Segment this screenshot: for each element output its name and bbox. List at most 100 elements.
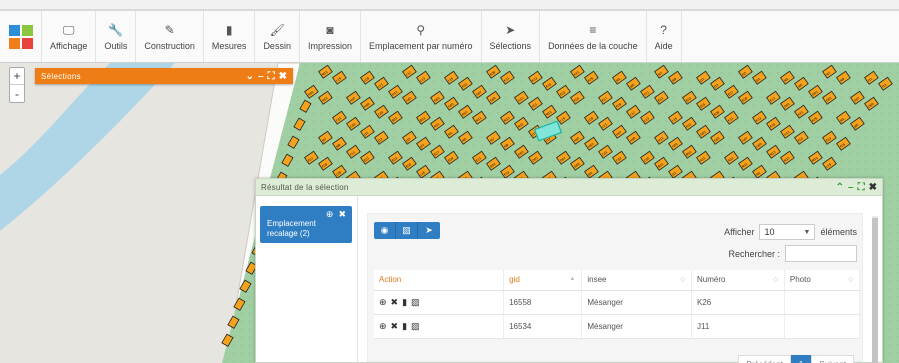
column-header-numero[interactable]: Numéro ◇ [691, 270, 785, 291]
question-icon: ? [660, 23, 667, 37]
toolbar-item-wrench[interactable]: 🔧 Outils [96, 11, 137, 62]
toolbar-item-label: Affichage [50, 41, 88, 51]
table-row[interactable]: ⊕ ✖ ▮ ▨ 16534 Mésanger J11 [374, 314, 861, 339]
table-actions: ◉ ▧ ➤ [374, 222, 440, 239]
column-header-numero-label: Numéro [697, 275, 726, 285]
document-icon[interactable]: ▮ [402, 297, 407, 307]
window-top-strip [0, 0, 899, 9]
entries-label: éléments [820, 227, 857, 237]
camera-icon: ◙ [326, 23, 334, 37]
zoom-in-button[interactable]: + [10, 68, 24, 85]
cursor-icon[interactable]: ➤ [418, 222, 440, 239]
export-icon[interactable]: ▧ [396, 222, 418, 239]
toolbar-item-pencil[interactable]: ✎ Construction [136, 11, 204, 62]
toolbar-item-label: Données de la couche [548, 41, 638, 51]
logo-grid-icon [8, 24, 33, 49]
database-icon: ≡ [589, 23, 597, 37]
result-table: Action gid ▲ insee ◇ Numéro ◇ Photo ◇ ⊕ ✖ ▮ ▨ 1… [374, 270, 861, 339]
zoom-icon[interactable]: ⊕ [379, 297, 387, 307]
search-input[interactable] [785, 245, 857, 262]
page-1-button[interactable]: 1 [790, 355, 812, 363]
expand-icon[interactable]: ⛶ [268, 71, 275, 82]
next-page-button[interactable]: Suivant [811, 355, 854, 363]
toolbar-item-bookmark[interactable]: ▮ Mesures [204, 11, 256, 62]
page-size-control: Afficher 10 ▼ éléments [724, 224, 857, 240]
column-header-insee[interactable]: insee ◇ [581, 270, 693, 291]
toolbar-item-brush[interactable]: 🖌 Dessin [255, 11, 300, 62]
toolbar-item-database[interactable]: ≡ Données de la couche [540, 11, 647, 62]
toolbar-item-label: Construction [144, 41, 195, 51]
edit-icon[interactable]: ▨ [411, 321, 420, 331]
remove-icon[interactable]: ✖ [391, 321, 399, 331]
monitor-icon: 🖵 [62, 22, 75, 37]
show-label: Afficher [724, 227, 755, 237]
cell-gid: 16558 [503, 290, 583, 315]
selection-table-panel: ◉ ▧ ➤ Afficher 10 ▼ éléments Rechercher … [367, 213, 863, 363]
column-header-photo-label: Photo [789, 275, 811, 285]
close-icon[interactable]: ✖ [279, 71, 287, 82]
search-control: Rechercher : [728, 245, 857, 262]
scrollbar-thumb[interactable] [872, 218, 878, 363]
sort-icon: ◇ [773, 277, 778, 283]
dialog-scrollbar[interactable] [872, 216, 878, 363]
row-actions: ⊕ ✖ ▮ ▨ [374, 314, 505, 339]
app-logo[interactable] [0, 11, 42, 62]
toolbar-item-cursor[interactable]: ➤ Sélections [482, 11, 541, 62]
selection-list: ⊕ ✖ Emplacement recalage (2) [256, 196, 358, 362]
column-header-gid-label: gid [509, 275, 520, 285]
eye-icon[interactable]: ◉ [374, 222, 396, 239]
cell-gid: 16534 [503, 314, 583, 339]
remove-icon[interactable]: ✖ [338, 209, 346, 220]
search-label: Rechercher : [728, 248, 780, 259]
toolbar-item-monitor[interactable]: 🖵 Affichage [42, 11, 97, 62]
edit-icon[interactable]: ▨ [411, 297, 420, 307]
selections-panel-header[interactable]: Sélections ⌄ – ⛶ ✖ [35, 68, 293, 84]
zoom-control: + - [9, 67, 25, 103]
page-size-value: 10 [764, 227, 775, 237]
column-header-insee-label: insee [587, 275, 607, 285]
table-row[interactable]: ⊕ ✖ ▮ ▨ 16558 Mésanger K26 [374, 290, 861, 315]
cell-insee: Mésanger [581, 290, 693, 315]
expand-icon[interactable]: ⛶ [858, 182, 865, 193]
chevron-down-icon[interactable]: ⌄ [246, 71, 254, 82]
toolbar-item-question[interactable]: ? Aide [647, 11, 682, 62]
toolbar-item-label: Emplacement par numéro [368, 41, 473, 51]
sort-icon: ▲ [569, 276, 576, 282]
selection-card-name: Emplacement recalage (2) [267, 219, 316, 238]
selection-result-dialog: Résultat de la sélection ⌃ – ⛶ ✖ ⊕ ✖ Emp… [255, 178, 883, 363]
column-header-action[interactable]: Action [374, 270, 505, 291]
sort-icon: ◇ [680, 277, 686, 283]
cell-insee: Mésanger [581, 314, 693, 339]
result-dialog-header[interactable]: Résultat de la sélection ⌃ – ⛶ ✖ [256, 179, 882, 196]
pagination: Précédent 1 Suivant [738, 355, 854, 363]
toolbar-item-label: Sélections [489, 41, 532, 51]
wrench-icon: 🔧 [108, 23, 124, 37]
cell-numero: J11 [691, 314, 785, 339]
column-header-gid[interactable]: gid ▲ [503, 270, 583, 291]
zoom-out-button[interactable]: - [10, 85, 24, 102]
result-dialog-title: Résultat de la sélection [261, 182, 349, 192]
selection-card[interactable]: ⊕ ✖ Emplacement recalage (2) [260, 206, 352, 243]
toolbar-item-label: Aide [654, 41, 673, 51]
pencil-icon: ✎ [164, 23, 175, 37]
minimize-icon[interactable]: – [258, 71, 264, 82]
cell-photo [784, 290, 861, 315]
column-header-photo[interactable]: Photo ◇ [784, 270, 861, 291]
search-icon: ⚲ [416, 23, 426, 37]
sort-icon: ◇ [848, 277, 853, 283]
toolbar-item-label: Impression [307, 41, 352, 51]
row-actions: ⊕ ✖ ▮ ▨ [374, 290, 505, 315]
toolbar-item-search[interactable]: ⚲ Emplacement par numéro [361, 11, 482, 62]
cell-numero: K26 [691, 290, 785, 315]
toolbar-item-label: Outils [104, 41, 128, 51]
caret-down-icon: ▼ [803, 228, 811, 236]
chevron-up-icon[interactable]: ⌃ [836, 182, 844, 193]
toolbar-item-camera[interactable]: ◙ Impression [300, 11, 361, 62]
close-icon[interactable]: ✖ [869, 182, 877, 193]
minimize-icon[interactable]: – [848, 182, 854, 193]
previous-page-button[interactable]: Précédent [738, 355, 791, 363]
document-icon[interactable]: ▮ [402, 321, 407, 331]
page-size-select[interactable]: 10 ▼ [759, 224, 816, 240]
remove-icon[interactable]: ✖ [391, 297, 399, 307]
zoom-icon[interactable]: ⊕ [379, 321, 387, 331]
